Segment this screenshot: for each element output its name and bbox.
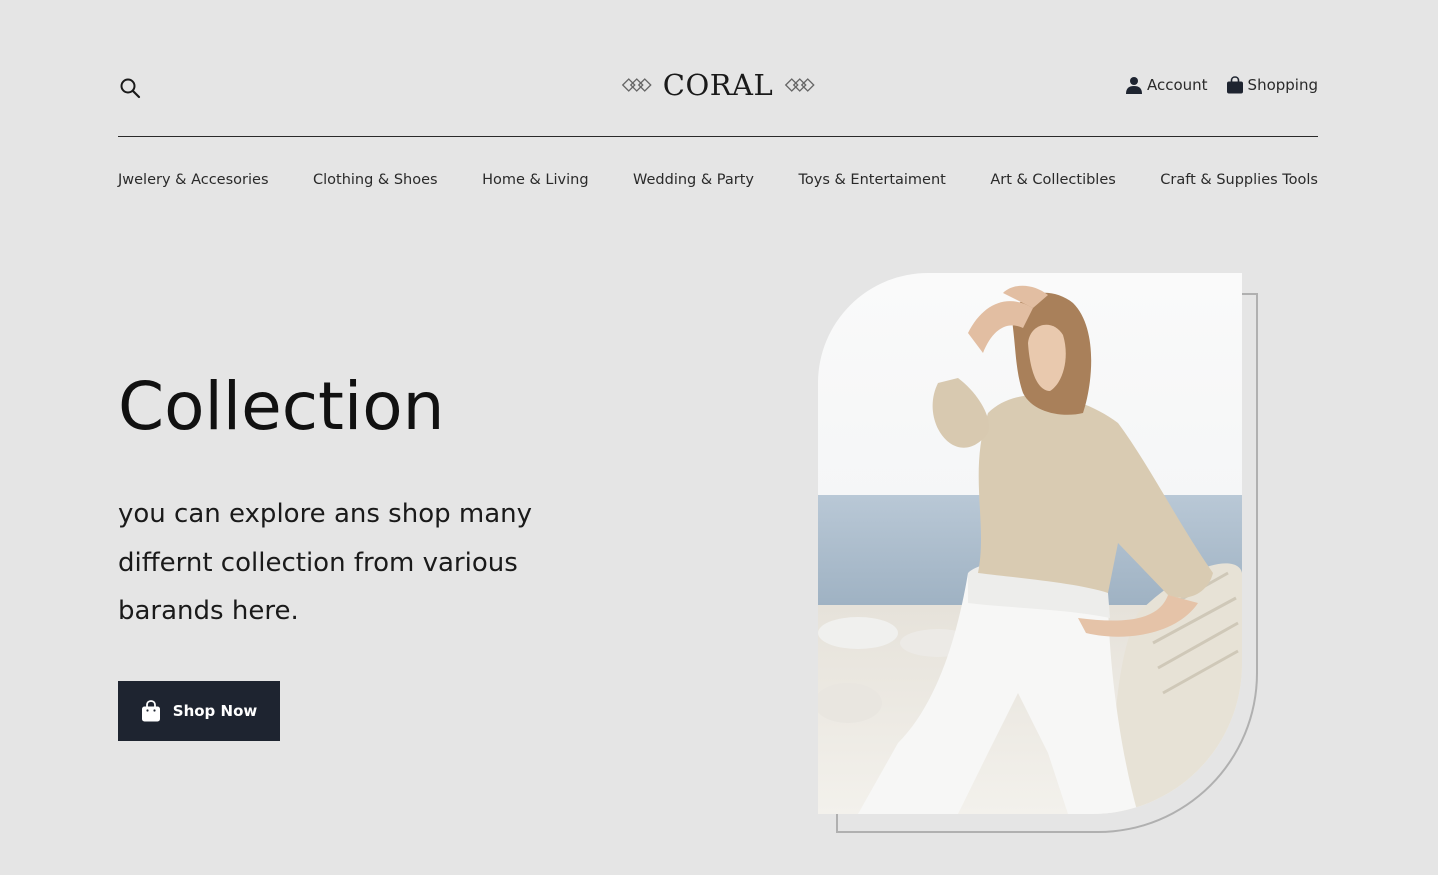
account-link[interactable]: Account <box>1125 76 1208 94</box>
hero-image-outline-top <box>1242 293 1258 295</box>
nav-item-jewelry[interactable]: Jwelery & Accesories <box>118 172 269 188</box>
header-actions: Account Shopping <box>1125 76 1318 94</box>
hero-image-outline-left <box>836 812 838 833</box>
hero-title: Collection <box>118 368 445 445</box>
site-header: CORAL Account Shopping <box>118 60 1318 116</box>
nav-item-home[interactable]: Home & Living <box>482 172 588 188</box>
shopping-link[interactable]: Shopping <box>1226 76 1318 94</box>
logo-ornament-left-icon <box>621 78 652 92</box>
nav-item-art[interactable]: Art & Collectibles <box>990 172 1115 188</box>
search-button[interactable] <box>118 76 142 100</box>
shop-now-button[interactable]: Shop Now <box>118 681 280 741</box>
nav-item-wedding[interactable]: Wedding & Party <box>633 172 754 188</box>
search-icon <box>120 78 141 99</box>
logo-text: CORAL <box>662 68 774 102</box>
nav-item-clothing[interactable]: Clothing & Shoes <box>313 172 438 188</box>
hero-image <box>818 273 1242 814</box>
site-logo[interactable]: CORAL <box>621 68 816 102</box>
account-label: Account <box>1146 76 1208 94</box>
hero-description: you can explore ans shop many differnt c… <box>118 499 532 626</box>
nav-item-toys[interactable]: Toys & Entertaiment <box>798 172 945 188</box>
user-icon <box>1125 77 1142 94</box>
nav-item-craft[interactable]: Craft & Supplies Tools <box>1160 172 1318 188</box>
header-divider <box>118 136 1318 137</box>
logo-ornament-right-icon <box>784 78 815 92</box>
shopping-bag-icon <box>1226 76 1243 94</box>
model-photo <box>818 273 1242 814</box>
shop-now-label: Shop Now <box>172 702 258 720</box>
shopping-bag-icon <box>141 700 160 722</box>
category-nav: Jwelery & Accesories Clothing & Shoes Ho… <box>118 172 1318 188</box>
shopping-label: Shopping <box>1247 76 1318 94</box>
